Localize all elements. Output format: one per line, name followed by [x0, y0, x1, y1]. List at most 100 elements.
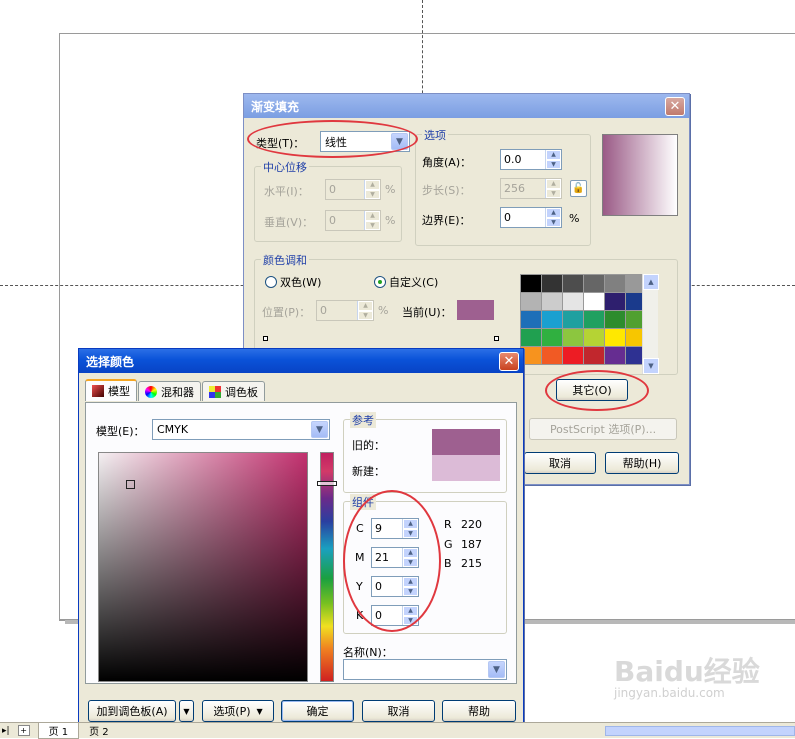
model-select[interactable]: CMYK ▼	[152, 419, 330, 440]
edge-value: 0	[504, 211, 511, 224]
tab-palette[interactable]: 调色板	[202, 381, 265, 401]
tab-mixer[interactable]: 混和器	[138, 381, 201, 401]
last-page-icon[interactable]: ▸|	[2, 726, 10, 736]
palette-swatch[interactable]	[563, 311, 583, 328]
palette-swatch[interactable]	[521, 293, 541, 310]
palette-swatch[interactable]	[605, 275, 625, 292]
vertical-spinner[interactable]: 0 ▲ ▼	[325, 210, 381, 231]
annotation-ring-type	[247, 120, 418, 158]
chevron-up-icon[interactable]: ▲	[643, 274, 659, 290]
palette-swatch[interactable]	[542, 293, 562, 310]
fountain-fill-titlebar[interactable]: 渐变填充 ✕	[244, 94, 689, 118]
palette-swatch[interactable]	[605, 329, 625, 346]
steps-spinner[interactable]: 256 ▲ ▼	[500, 178, 562, 199]
vertical-value: 0	[329, 214, 336, 227]
fill-preview[interactable]	[602, 134, 678, 216]
palette-swatch[interactable]	[521, 311, 541, 328]
palette-swatch[interactable]	[584, 347, 604, 364]
palette-swatch[interactable]	[542, 329, 562, 346]
vertical-label: 垂直(V)：	[264, 216, 314, 229]
custom-radio[interactable]: 自定义(C)	[374, 274, 438, 290]
radio-selected-icon	[374, 276, 386, 288]
gradient-start-node[interactable]	[263, 336, 268, 341]
color-palette[interactable]	[520, 274, 647, 365]
vertical-pct: %	[385, 214, 396, 227]
close-icon[interactable]: ✕	[665, 96, 685, 116]
palette-swatch[interactable]	[542, 347, 562, 364]
new-color-swatch	[432, 455, 500, 481]
palette-swatch[interactable]	[605, 347, 625, 364]
hue-slider-handle[interactable]	[317, 481, 337, 486]
hue-slider[interactable]	[317, 452, 337, 682]
fountain-help-button[interactable]: 帮助(H)	[605, 452, 679, 474]
radio-icon	[265, 276, 277, 288]
watermark-text: Baidu经验	[614, 655, 760, 688]
chevron-down-icon[interactable]: ▼	[488, 661, 505, 678]
palette-swatch[interactable]	[542, 311, 562, 328]
tab-model[interactable]: 模型	[85, 379, 137, 401]
picker-cancel-button[interactable]: 取消	[362, 700, 435, 722]
palette-swatch[interactable]	[605, 311, 625, 328]
chevron-down-icon: ▼	[256, 706, 263, 716]
ok-button[interactable]: 确定	[281, 700, 354, 722]
palette-swatch[interactable]	[584, 293, 604, 310]
reference-group: 参考 旧的： 新建：	[343, 412, 507, 493]
annotation-ring-components	[343, 490, 441, 632]
palette-swatch[interactable]	[563, 329, 583, 346]
annotation-ring-other	[545, 370, 649, 411]
angle-spinner[interactable]: 0.0 ▲ ▼	[500, 149, 562, 170]
two-color-radio[interactable]: 双色(W)	[265, 274, 321, 290]
select-color-title: 选择颜色	[86, 354, 135, 369]
watermark-url: jingyan.baidu.com	[614, 686, 725, 700]
current-color-swatch[interactable]	[457, 300, 494, 320]
lock-icon[interactable]: 🔓	[570, 180, 587, 197]
picker-tabs: 模型 混和器 调色板	[85, 379, 266, 401]
palette-swatch[interactable]	[542, 275, 562, 292]
picker-options-button[interactable]: 选项(P) ▼	[202, 700, 274, 722]
horizontal-value: 0	[329, 183, 336, 196]
gradient-end-node[interactable]	[494, 336, 499, 341]
palette-swatch[interactable]	[563, 293, 583, 310]
palette-swatch[interactable]	[584, 329, 604, 346]
picker-help-button[interactable]: 帮助	[442, 700, 516, 722]
old-label: 旧的：	[352, 439, 385, 452]
palette-scrollbar[interactable]: ▲ ▼	[642, 274, 659, 374]
model-icon	[92, 385, 104, 397]
page-tab-2[interactable]: 页 2	[79, 723, 119, 738]
r-label: R	[444, 518, 452, 531]
palette-swatch[interactable]	[584, 311, 604, 328]
horizontal-spinner[interactable]: 0 ▲ ▼	[325, 179, 381, 200]
steps-value: 256	[504, 182, 525, 195]
name-label: 名称(N)：	[343, 646, 393, 659]
edge-spinner[interactable]: 0 ▲ ▼	[500, 207, 562, 228]
select-color-titlebar[interactable]: 选择颜色 ✕	[79, 349, 523, 373]
horizontal-scrollbar[interactable]	[605, 725, 795, 736]
position-spinner[interactable]: 0 ▲ ▼	[316, 300, 374, 321]
add-to-palette-button[interactable]: 加到调色板(A)	[88, 700, 176, 722]
palette-swatch[interactable]	[521, 275, 541, 292]
palette-swatch[interactable]	[584, 275, 604, 292]
add-to-palette-dropdown[interactable]: ▼	[179, 700, 194, 722]
close-icon[interactable]: ✕	[499, 351, 519, 371]
reference-label: 参考	[350, 412, 376, 428]
model-value: CMYK	[157, 423, 189, 436]
chevron-down-icon[interactable]: ▼	[643, 358, 659, 374]
palette-swatch[interactable]	[521, 329, 541, 346]
color-field[interactable]	[98, 452, 308, 682]
edge-label: 边界(E)：	[422, 214, 471, 227]
page-tab-1[interactable]: 页 1	[37, 722, 80, 739]
palette-swatch[interactable]	[563, 347, 583, 364]
fountain-cancel-button[interactable]: 取消	[524, 452, 596, 474]
palette-swatch[interactable]	[521, 347, 541, 364]
center-offset-group: 中心位移 水平(I)： 0 ▲ ▼ % 垂直(V)： 0 ▲ ▼ %	[254, 159, 402, 242]
add-page-icon[interactable]: +	[17, 725, 30, 736]
new-label: 新建：	[352, 465, 385, 478]
postscript-options-button[interactable]: PostScript 选项(P)...	[529, 418, 677, 440]
color-field-cursor[interactable]	[126, 480, 135, 489]
palette-swatch[interactable]	[605, 293, 625, 310]
palette-swatch[interactable]	[563, 275, 583, 292]
position-label: 位置(P)：	[262, 306, 311, 319]
name-select[interactable]: ▼	[343, 659, 507, 680]
chevron-down-icon[interactable]: ▼	[311, 421, 328, 438]
r-value: 220	[461, 518, 482, 531]
